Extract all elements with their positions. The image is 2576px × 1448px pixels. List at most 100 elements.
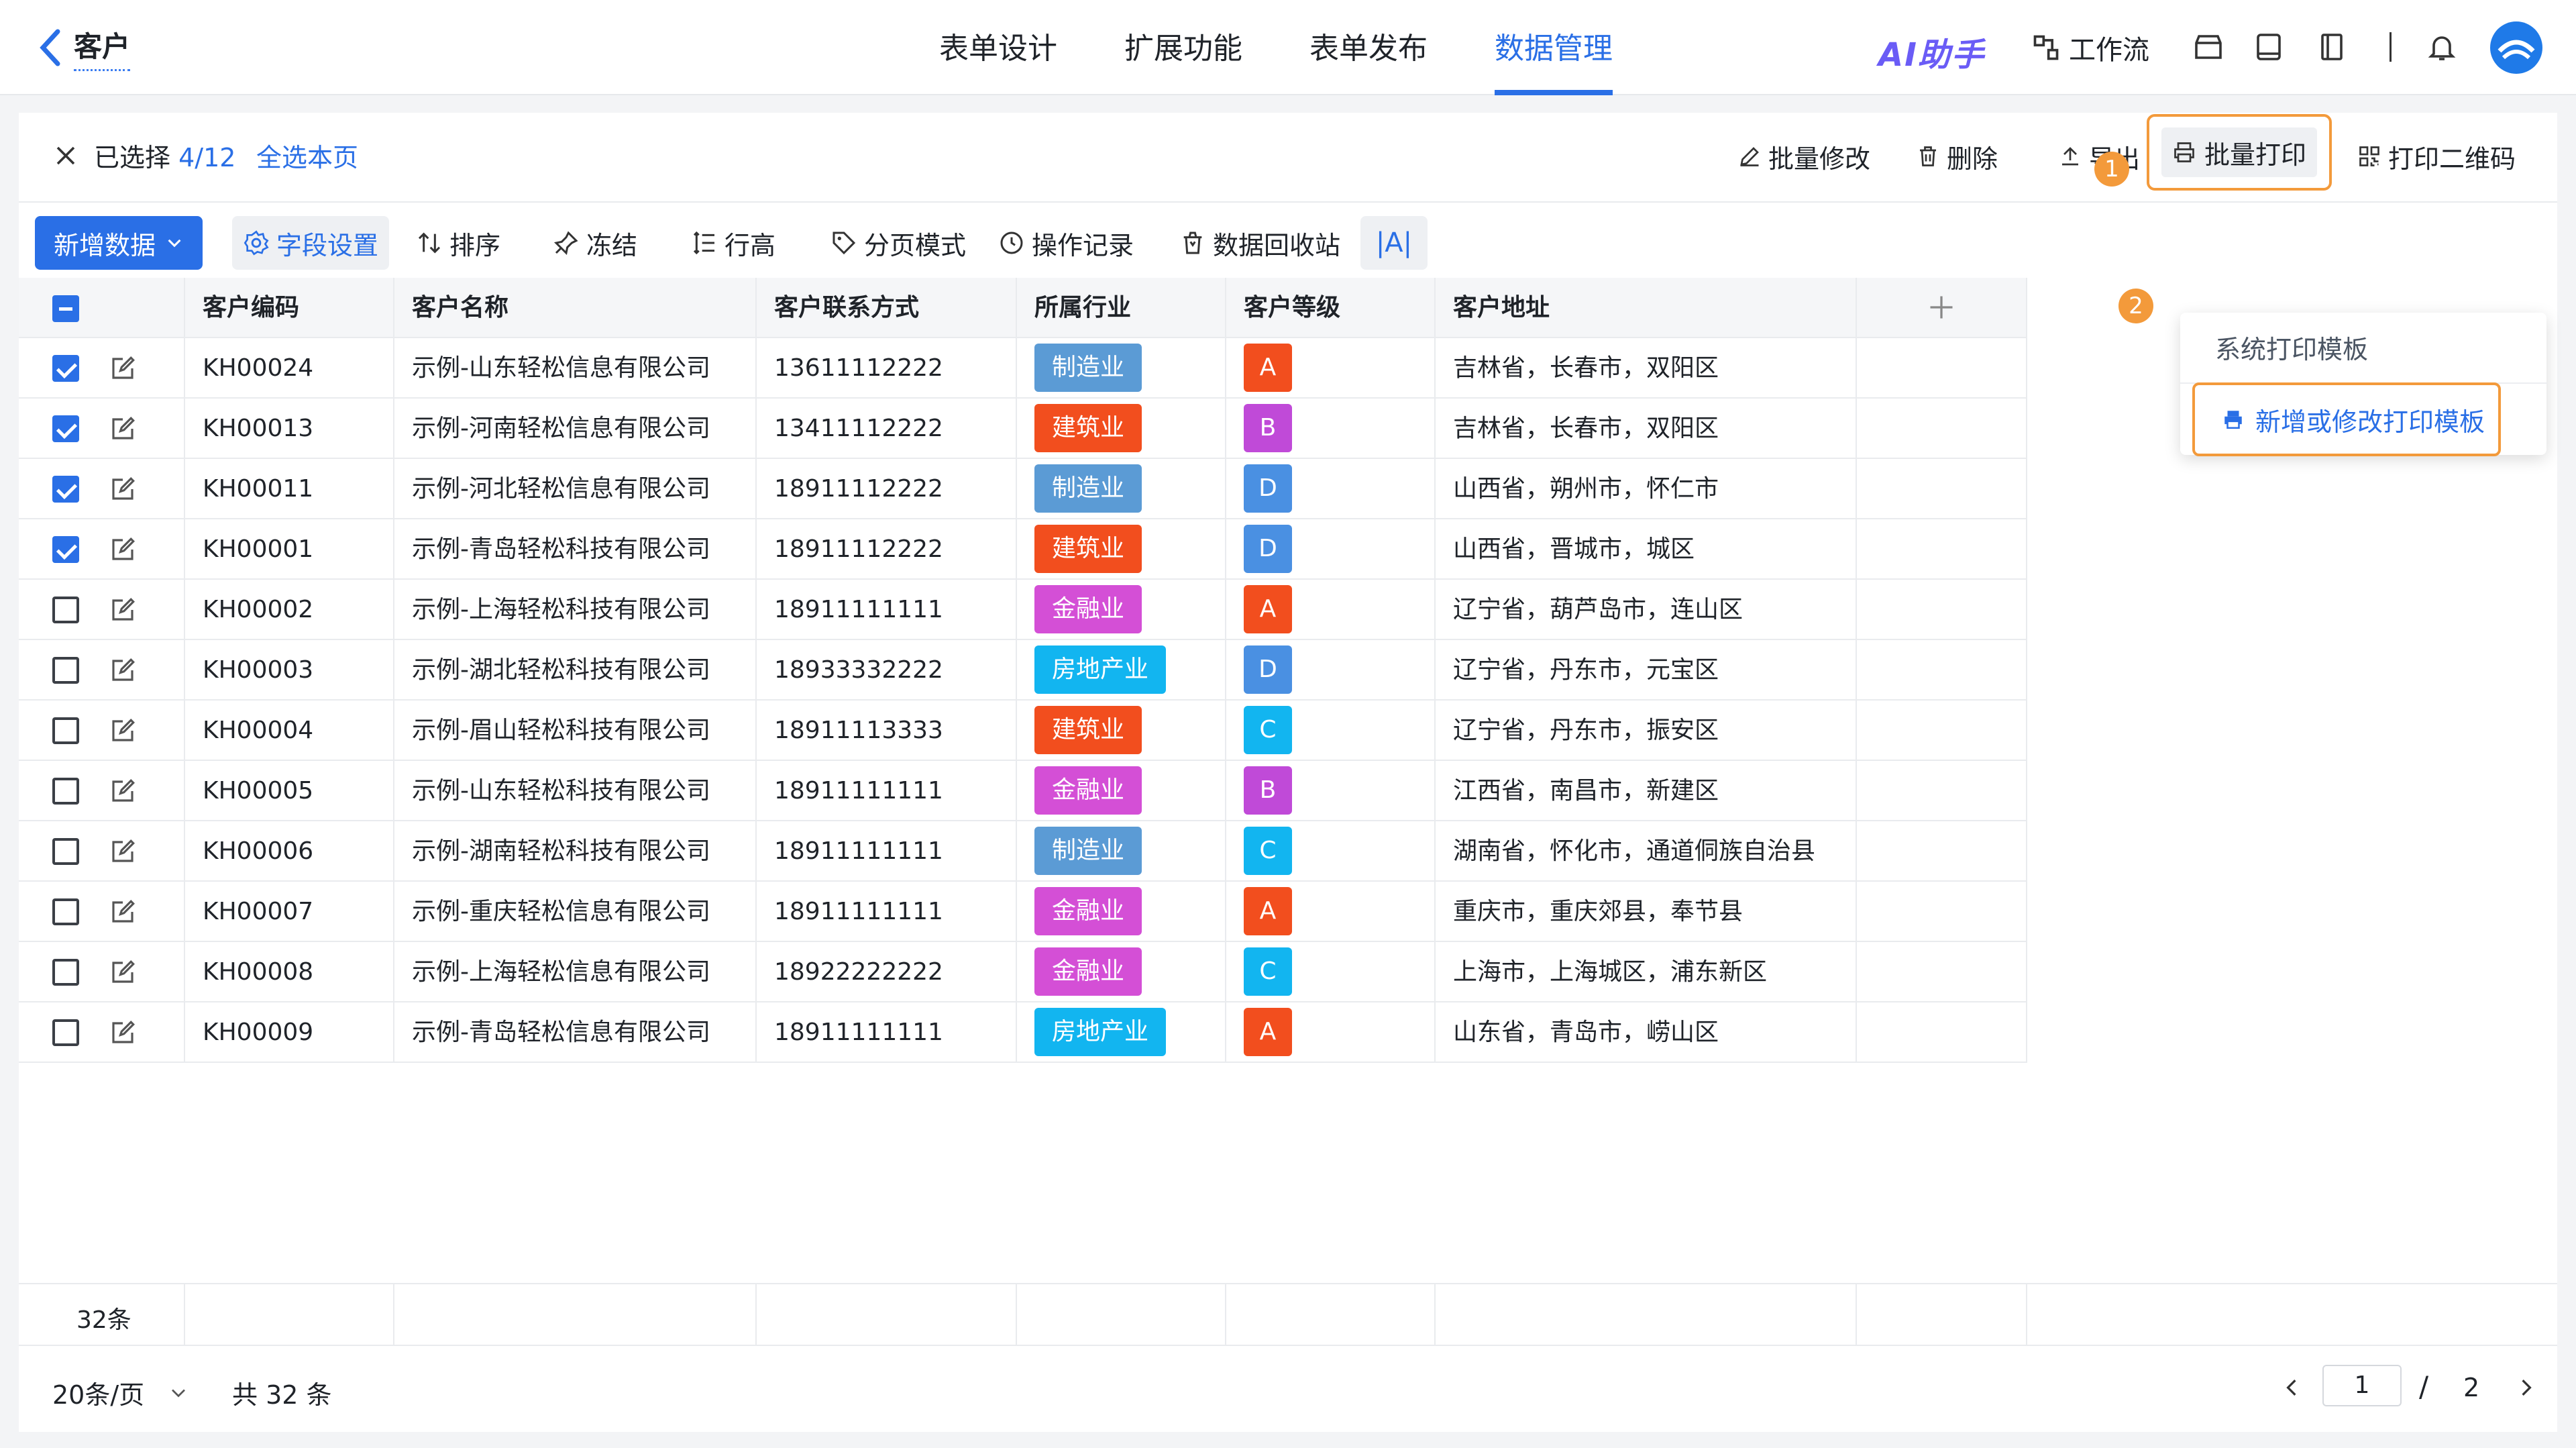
cell-phone: 13411112222: [757, 399, 1017, 459]
row-checkbox[interactable]: [52, 597, 79, 623]
cell-extra: [1857, 459, 2027, 519]
table-row[interactable]: KH00009 示例-青岛轻松信息有限公司 18911111111 房地产业 A 山东省，…: [19, 1002, 2027, 1063]
select-all-checkbox[interactable]: [52, 295, 79, 322]
table-row[interactable]: KH00003 示例-湖北轻松科技有限公司 18933332222 房地产业 D 辽宁省，…: [19, 640, 2027, 701]
next-page-icon[interactable]: [2514, 1374, 2538, 1401]
edit-icon[interactable]: [109, 535, 137, 564]
edit-icon[interactable]: [109, 656, 137, 684]
page-size-select[interactable]: 20条/页: [52, 1374, 189, 1411]
chevron-down-icon: [172, 1389, 186, 1397]
col-header-code[interactable]: 客户编码: [185, 278, 394, 338]
col-header-name[interactable]: 客户名称: [394, 278, 757, 338]
pagination-mode-button[interactable]: 分页模式: [830, 216, 966, 270]
table-row[interactable]: KH00006 示例-湖南轻松科技有限公司 18911111111 制造业 C 湖南省，怀…: [19, 821, 2027, 882]
edit-icon[interactable]: [109, 837, 137, 866]
tab-extensions[interactable]: 扩展功能: [1124, 0, 1242, 95]
edit-print-template-item[interactable]: 新增或修改打印模板: [2192, 382, 2501, 456]
level-badge: B: [1244, 404, 1292, 452]
toolbar: 新增数据 字段设置 排序 冻结 行高 分页模式 操作记录 数据回收站 |A|: [19, 203, 2557, 274]
cell-level: D: [1226, 459, 1436, 519]
edit-icon[interactable]: [109, 596, 137, 624]
back-button[interactable]: 客户: [38, 24, 131, 71]
recycle-bin-button[interactable]: 数据回收站: [1179, 216, 1340, 270]
row-checkbox[interactable]: [52, 1019, 79, 1046]
row-checkbox[interactable]: [52, 898, 79, 925]
col-header-address[interactable]: 客户地址: [1436, 278, 1857, 338]
table-row[interactable]: KH00001 示例-青岛轻松科技有限公司 18911112222 建筑业 D 山西省，晋…: [19, 519, 2027, 580]
row-checkbox[interactable]: [52, 778, 79, 805]
close-icon[interactable]: [52, 142, 79, 169]
cell-industry: 制造业: [1017, 459, 1226, 519]
level-badge: D: [1244, 525, 1292, 573]
table-row[interactable]: KH00004 示例-眉山轻松科技有限公司 18911113333 建筑业 C 辽宁省，丹…: [19, 701, 2027, 761]
book-icon[interactable]: [2253, 31, 2285, 63]
ai-assistant-button[interactable]: AI助手: [1878, 28, 1985, 75]
avatar[interactable]: [2490, 21, 2542, 74]
row-checkbox[interactable]: [52, 959, 79, 986]
tab-data-management[interactable]: 数据管理: [1495, 0, 1613, 95]
print-qr-button[interactable]: 打印二维码: [2357, 133, 2516, 180]
edit-icon[interactable]: [109, 898, 137, 926]
cell-level: D: [1226, 519, 1436, 580]
cell-industry: 房地产业: [1017, 640, 1226, 701]
delete-label: 删除: [1947, 144, 1998, 174]
edit-icon[interactable]: [109, 958, 137, 986]
bulk-print-button[interactable]: 批量打印: [2147, 114, 2332, 191]
level-badge: D: [1244, 645, 1292, 694]
top-bar: 客户 表单设计 扩展功能 表单发布 数据管理 AI助手 工作流: [0, 0, 2576, 95]
table-row[interactable]: KH00007 示例-重庆轻松信息有限公司 18911111111 金融业 A 重庆市，重…: [19, 882, 2027, 942]
col-header-level[interactable]: 客户等级: [1226, 278, 1436, 338]
edit-icon[interactable]: [109, 777, 137, 805]
edit-icon[interactable]: [109, 415, 137, 443]
tab-form-design[interactable]: 表单设计: [939, 0, 1057, 95]
edit-icon[interactable]: [109, 717, 137, 745]
select-page-link[interactable]: 全选本页: [256, 137, 358, 174]
row-checkbox[interactable]: [52, 838, 79, 865]
level-badge: A: [1244, 344, 1292, 392]
cell-phone: 18911112222: [757, 519, 1017, 580]
cell-phone: 18911111111: [757, 882, 1017, 942]
sort-button[interactable]: 排序: [416, 216, 500, 270]
add-data-button[interactable]: 新增数据: [35, 216, 203, 270]
freeze-button[interactable]: 冻结: [553, 216, 637, 270]
col-header-industry[interactable]: 所属行业: [1017, 278, 1226, 338]
column-width-button[interactable]: |A|: [1360, 216, 1428, 270]
row-checkbox[interactable]: [52, 476, 79, 503]
system-print-template-item[interactable]: 系统打印模板: [2215, 329, 2368, 366]
selected-prefix: 已选择: [94, 143, 171, 172]
workflow-button[interactable]: 工作流: [2031, 28, 2149, 67]
row-checkbox[interactable]: [52, 415, 79, 442]
store-icon[interactable]: [2192, 31, 2224, 63]
cell-phone: 18911113333: [757, 701, 1017, 761]
table-row[interactable]: KH00008 示例-上海轻松信息有限公司 18922222222 金融业 C 上海市，上…: [19, 942, 2027, 1002]
delete-button[interactable]: 删除: [1916, 133, 1998, 180]
table-row[interactable]: KH00013 示例-河南轻松信息有限公司 13411112222 建筑业 B 吉林省，长…: [19, 399, 2027, 459]
edit-icon[interactable]: [109, 475, 137, 503]
cell-level: B: [1226, 761, 1436, 821]
edit-icon[interactable]: [109, 1019, 137, 1047]
row-select-cell: [19, 761, 185, 821]
plus-icon[interactable]: [1927, 293, 1956, 322]
prev-page-icon[interactable]: [2279, 1374, 2304, 1401]
row-checkbox[interactable]: [52, 536, 79, 563]
tab-form-publish[interactable]: 表单发布: [1309, 0, 1428, 95]
row-checkbox[interactable]: [52, 657, 79, 684]
selection-bar: 已选择 4/12 全选本页 批量修改 删除 导出 1 批量打印 打印二维码: [19, 113, 2557, 203]
col-header-phone[interactable]: 客户联系方式: [757, 278, 1017, 338]
operation-log-button[interactable]: 操作记录: [998, 216, 1134, 270]
field-settings-button[interactable]: 字段设置: [232, 216, 389, 270]
row-height-button[interactable]: 行高: [691, 216, 775, 270]
table-row[interactable]: KH00011 示例-河北轻松信息有限公司 18911112222 制造业 D 山西省，朔…: [19, 459, 2027, 519]
row-checkbox[interactable]: [52, 717, 79, 744]
row-checkbox[interactable]: [52, 355, 79, 382]
table-row[interactable]: KH00005 示例-山东轻松科技有限公司 18911111111 金融业 B 江西省，南…: [19, 761, 2027, 821]
bell-icon[interactable]: [2426, 31, 2458, 63]
row-select-cell: [19, 519, 185, 580]
edit-icon[interactable]: [109, 354, 137, 382]
page-input[interactable]: 1: [2322, 1365, 2402, 1406]
docs-icon[interactable]: [2316, 31, 2348, 63]
table-row[interactable]: KH00002 示例-上海轻松科技有限公司 18911111111 金融业 A 辽宁省，葫…: [19, 580, 2027, 640]
table-row[interactable]: KH00024 示例-山东轻松信息有限公司 13611112222 制造业 A 吉林省，长…: [19, 338, 2027, 399]
cell-code: KH00004: [185, 701, 394, 761]
bulk-edit-button[interactable]: 批量修改: [1737, 133, 1870, 180]
